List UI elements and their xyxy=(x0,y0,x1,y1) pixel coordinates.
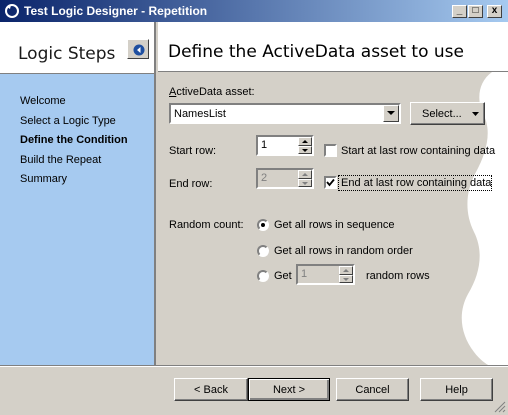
spin-down-button[interactable] xyxy=(298,145,312,154)
next-button[interactable]: Next > xyxy=(248,378,330,401)
spin-down-button[interactable] xyxy=(339,274,353,283)
maximize-button[interactable]: □ xyxy=(468,5,483,18)
minimize-button[interactable]: _ xyxy=(452,5,467,18)
random-count-label: Random count: xyxy=(169,219,244,231)
step-build-repeat: Build the Repeat xyxy=(20,153,102,166)
arrow-up-icon xyxy=(343,269,349,272)
asset-label: ActiveData asset: xyxy=(169,86,255,98)
asset-value: NamesList xyxy=(174,108,226,120)
chevron-down-icon xyxy=(387,111,395,115)
select-asset-button[interactable]: Select... xyxy=(410,102,485,125)
spin-up-button[interactable] xyxy=(298,170,312,179)
cancel-button[interactable]: Cancel xyxy=(336,378,409,401)
next-button-label: Next > xyxy=(272,384,306,396)
radio-get-count-label[interactable]: Get xyxy=(274,270,292,282)
back-button[interactable]: < Back xyxy=(174,378,248,401)
start-row-spinner[interactable]: 1 xyxy=(256,135,314,156)
radio-get-count[interactable] xyxy=(257,270,269,282)
start-last-row-label[interactable]: Start at last row containing data xyxy=(341,145,495,157)
end-row-spin-buttons[interactable] xyxy=(298,170,312,187)
end-row-value: 2 xyxy=(261,172,268,184)
radio-sequence[interactable] xyxy=(257,219,269,231)
random-count-value: 1 xyxy=(301,268,308,280)
logic-steps-header: Logic Steps xyxy=(0,22,154,74)
spin-up-button[interactable] xyxy=(339,266,353,275)
start-row-value: 1 xyxy=(261,139,268,151)
back-button-label: < Back xyxy=(194,384,228,396)
random-count-spinner[interactable]: 1 xyxy=(296,264,355,285)
arrow-up-icon xyxy=(302,140,308,143)
step-welcome: Welcome xyxy=(20,95,66,107)
help-button-label: Help xyxy=(445,384,468,396)
select-button-label: Select... xyxy=(422,108,462,120)
end-row-label: End row: xyxy=(169,178,213,190)
step-summary: Summary xyxy=(20,173,68,185)
resize-grip-icon[interactable] xyxy=(494,401,506,413)
close-button[interactable]: x xyxy=(487,5,502,18)
step-select-logic-type: Select a Logic Type xyxy=(20,114,116,127)
random-count-spin-buttons[interactable] xyxy=(339,266,353,283)
wizard-window: Test Logic Designer - Repetition _ □ x L… xyxy=(0,0,508,415)
end-row-spinner[interactable]: 2 xyxy=(256,168,314,189)
footer-separator xyxy=(0,365,508,367)
checkmark-icon xyxy=(326,178,335,187)
app-logo-icon xyxy=(5,4,19,18)
radio-sequence-label[interactable]: Get all rows in sequence xyxy=(274,219,394,231)
chevron-down-icon xyxy=(472,112,479,116)
collapse-panel-button[interactable] xyxy=(127,39,149,59)
random-rows-suffix: random rows xyxy=(366,270,430,282)
logic-steps-title: Logic Steps xyxy=(18,44,116,64)
window-title: Test Logic Designer - Repetition xyxy=(24,4,208,18)
start-row-label: Start row: xyxy=(169,145,217,157)
logic-steps-panel: Logic Steps Welcome Select a Logic Type … xyxy=(0,22,156,365)
spin-up-button[interactable] xyxy=(298,137,312,146)
cancel-button-label: Cancel xyxy=(355,384,390,396)
steps-list: Welcome Select a Logic Type Define the C… xyxy=(20,95,128,193)
radio-dot xyxy=(261,223,265,227)
spin-down-button[interactable] xyxy=(298,178,312,187)
asset-dropdown-button[interactable] xyxy=(383,105,399,122)
arrow-up-icon xyxy=(302,173,308,176)
close-icon: x xyxy=(491,5,498,16)
end-last-row-label[interactable]: End at last row containing data xyxy=(341,177,491,189)
start-row-spin-buttons[interactable] xyxy=(298,137,312,154)
page-title: Define the ActiveData asset to use xyxy=(168,42,464,62)
asset-combobox[interactable]: NamesList xyxy=(169,103,401,124)
arrow-down-icon xyxy=(343,277,349,281)
maximize-icon: □ xyxy=(472,5,479,16)
title-bar[interactable]: Test Logic Designer - Repetition _ □ x xyxy=(0,0,508,22)
radio-random-order[interactable] xyxy=(257,245,269,257)
page-header: Define the ActiveData asset to use xyxy=(158,22,508,72)
minimize-icon: _ xyxy=(456,5,463,16)
radio-random-order-label[interactable]: Get all rows in random order xyxy=(274,245,413,257)
arrow-down-icon xyxy=(302,148,308,152)
chevron-left-icon xyxy=(133,44,145,56)
step-define-condition: Define the Condition xyxy=(20,134,128,146)
arrow-down-icon xyxy=(302,181,308,185)
help-button[interactable]: Help xyxy=(420,378,493,401)
end-last-row-checkbox[interactable] xyxy=(324,176,337,189)
start-last-row-checkbox[interactable] xyxy=(324,144,337,157)
